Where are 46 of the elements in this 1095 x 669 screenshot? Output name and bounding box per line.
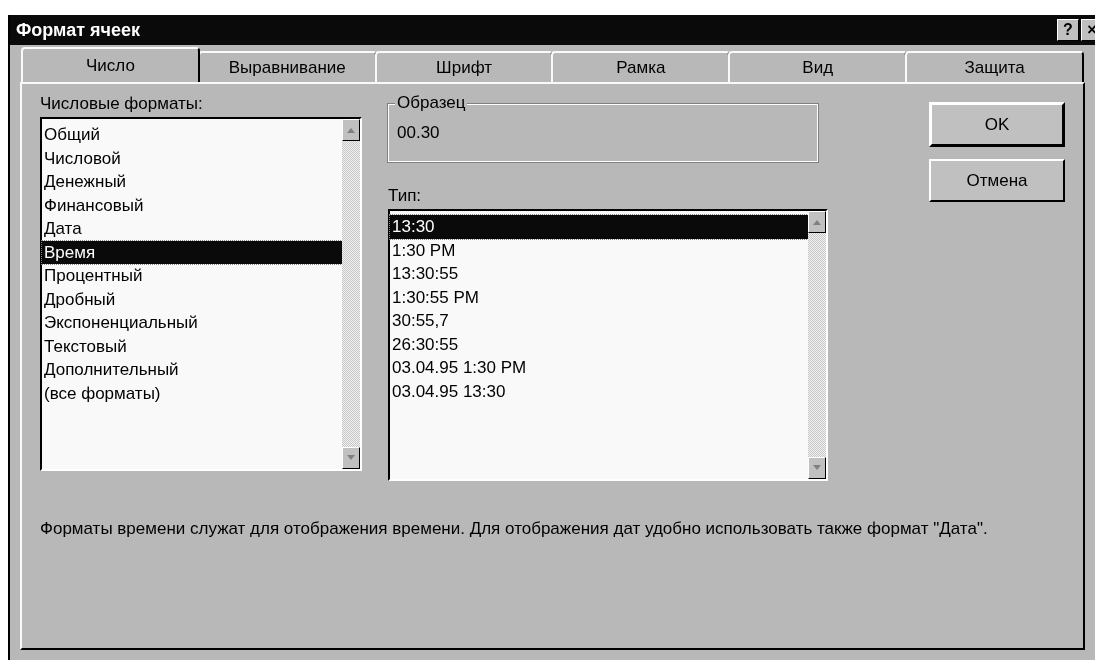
scroll-up-icon — [346, 127, 356, 133]
tab[interactable]: Шрифт — [374, 51, 554, 82]
scroll-down-button[interactable] — [342, 447, 360, 469]
ok-button[interactable]: OK — [929, 102, 1065, 147]
scrollbar[interactable] — [342, 119, 360, 469]
tab[interactable]: Число — [21, 47, 200, 82]
type-list[interactable]: 13:30 1:30 PM 13:30:55 1:30:55 PM 30:55,7 26:30:55 03.04.95 1:30 PM 03.04.95 13:30 — [388, 209, 828, 481]
list-item[interactable]: Время — [42, 240, 342, 264]
list-item[interactable]: Экспоненциальный — [42, 311, 342, 335]
list-item[interactable]: Процентный — [42, 264, 342, 288]
list-item[interactable]: Дробный — [42, 287, 342, 311]
category-list[interactable]: Общий Числовой Денежный Финансовый Дата Время Процентный Дробный Экспоненциальный Текстовый Дополнительный (все форматы) — [40, 117, 362, 471]
list-item[interactable]: Денежный — [42, 170, 342, 194]
list-item[interactable]: 30:55,7 — [390, 309, 808, 333]
list-item[interactable]: 1:30 PM — [390, 238, 808, 262]
list-item[interactable]: Общий — [42, 123, 342, 147]
list-item[interactable]: Числовой — [42, 146, 342, 170]
window-title: Формат ячеек — [16, 19, 140, 41]
list-item[interactable]: 03.04.95 1:30 PM — [390, 356, 808, 380]
list-item[interactable]: Дата — [42, 217, 342, 241]
list-item[interactable]: (все форматы) — [42, 381, 342, 405]
scroll-down-icon — [812, 465, 822, 471]
tab[interactable]: Защита — [905, 51, 1084, 82]
scroll-up-button[interactable] — [342, 119, 360, 141]
list-item[interactable]: 13:30:55 — [390, 262, 808, 286]
scrollbar[interactable] — [808, 211, 826, 479]
sample-value: 00.30 — [397, 123, 440, 143]
list-label: Числовые форматы: — [40, 94, 204, 114]
list-item[interactable]: 26:30:55 — [390, 332, 808, 356]
scroll-up-icon — [812, 219, 822, 225]
cancel-button[interactable]: Отмена — [929, 159, 1065, 202]
scroll-up-button[interactable] — [808, 211, 826, 233]
list-item[interactable]: 1:30:55 PM — [390, 285, 808, 309]
list-item[interactable]: 13:30 — [390, 215, 808, 239]
description-text: Форматы времени служат для отображения времени. Для отображения дат удобно использовать также формат "Дата". — [40, 518, 989, 540]
group-label: Образец — [395, 93, 468, 113]
scroll-down-button[interactable] — [808, 457, 826, 479]
list-item[interactable]: Финансовый — [42, 193, 342, 217]
list-item[interactable]: 03.04.95 13:30 — [390, 379, 808, 403]
tab[interactable]: Рамка — [551, 51, 731, 82]
tab[interactable]: Вид — [728, 51, 908, 82]
scroll-down-icon — [346, 455, 356, 461]
help-button[interactable]: ? — [1057, 19, 1079, 41]
list-label: Тип: — [388, 186, 423, 206]
list-item[interactable]: Текстовый — [42, 334, 342, 358]
list-item[interactable]: Дополнительный — [42, 358, 342, 382]
